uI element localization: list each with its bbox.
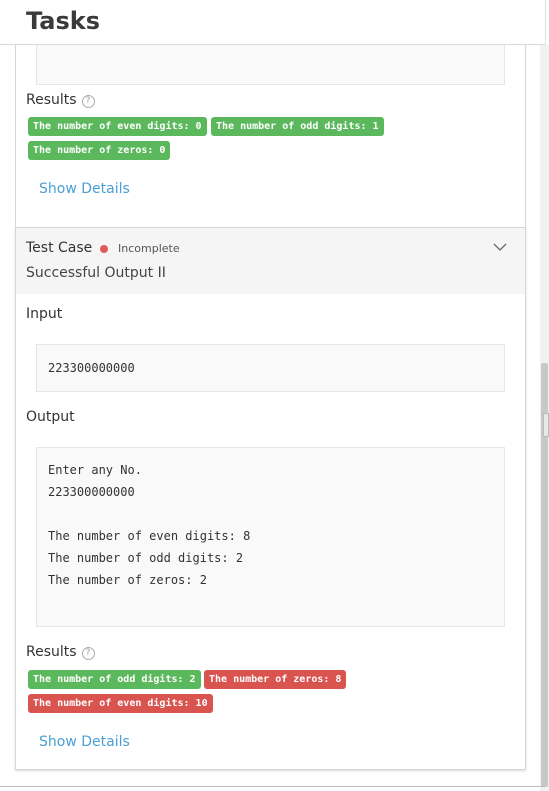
result-badge: The number of zeros: 0 <box>28 141 171 160</box>
help-icon[interactable]: ? <box>81 647 95 660</box>
result-badge-pass: The number of odd digits: 2 <box>28 670 201 689</box>
output-line: 223300000000 <box>48 485 135 499</box>
results-label: Results <box>26 92 77 108</box>
result-badge: The number of even digits: 0 <box>28 117 207 136</box>
tasks-header: Tasks <box>0 0 545 45</box>
results-heading: Results? <box>26 92 95 108</box>
output-box: Enter any No. 223300000000 The number of… <box>36 447 505 627</box>
chevron-down-icon[interactable] <box>493 242 507 252</box>
help-icon[interactable]: ? <box>81 95 95 108</box>
output-label: Output <box>26 409 75 425</box>
test-case-name: Successful Output II <box>26 265 166 281</box>
result-badge-fail: The number of even digits: 10 <box>28 694 213 713</box>
previous-output-box <box>36 45 505 85</box>
results-heading: Results? <box>26 644 95 660</box>
test-case-card-previous: Results? The number of even digits: 0 Th… <box>15 45 526 228</box>
panel-bottom-border <box>0 786 545 787</box>
page-title: Tasks <box>26 7 101 35</box>
output-line: The number of odd digits: 2 <box>48 551 244 565</box>
test-case-header[interactable]: Test Case Incomplete Successful Output I… <box>16 228 525 294</box>
test-case-card: Test Case Incomplete Successful Output I… <box>15 227 526 770</box>
output-line: Enter any No. <box>48 463 142 477</box>
test-case-label: Test Case <box>26 240 93 256</box>
output-line: The number of zeros: 2 <box>48 573 207 587</box>
status-dot-icon <box>100 245 108 253</box>
resize-grip-icon[interactable] <box>543 413 549 437</box>
result-badge-fail: The number of zeros: 8 <box>204 670 347 689</box>
results-label: Results <box>26 644 77 660</box>
status-badge: Incomplete <box>118 242 180 255</box>
show-details-link[interactable]: Show Details <box>39 734 130 750</box>
output-line: The number of even digits: 8 <box>48 529 251 543</box>
show-details-link[interactable]: Show Details <box>39 181 130 197</box>
input-box: 223300000000 <box>36 344 505 392</box>
input-label: Input <box>26 306 63 322</box>
input-value: 223300000000 <box>48 361 135 375</box>
result-badge: The number of odd digits: 1 <box>211 117 384 136</box>
task-scroll-area[interactable]: Results? The number of even digits: 0 Th… <box>0 45 545 791</box>
